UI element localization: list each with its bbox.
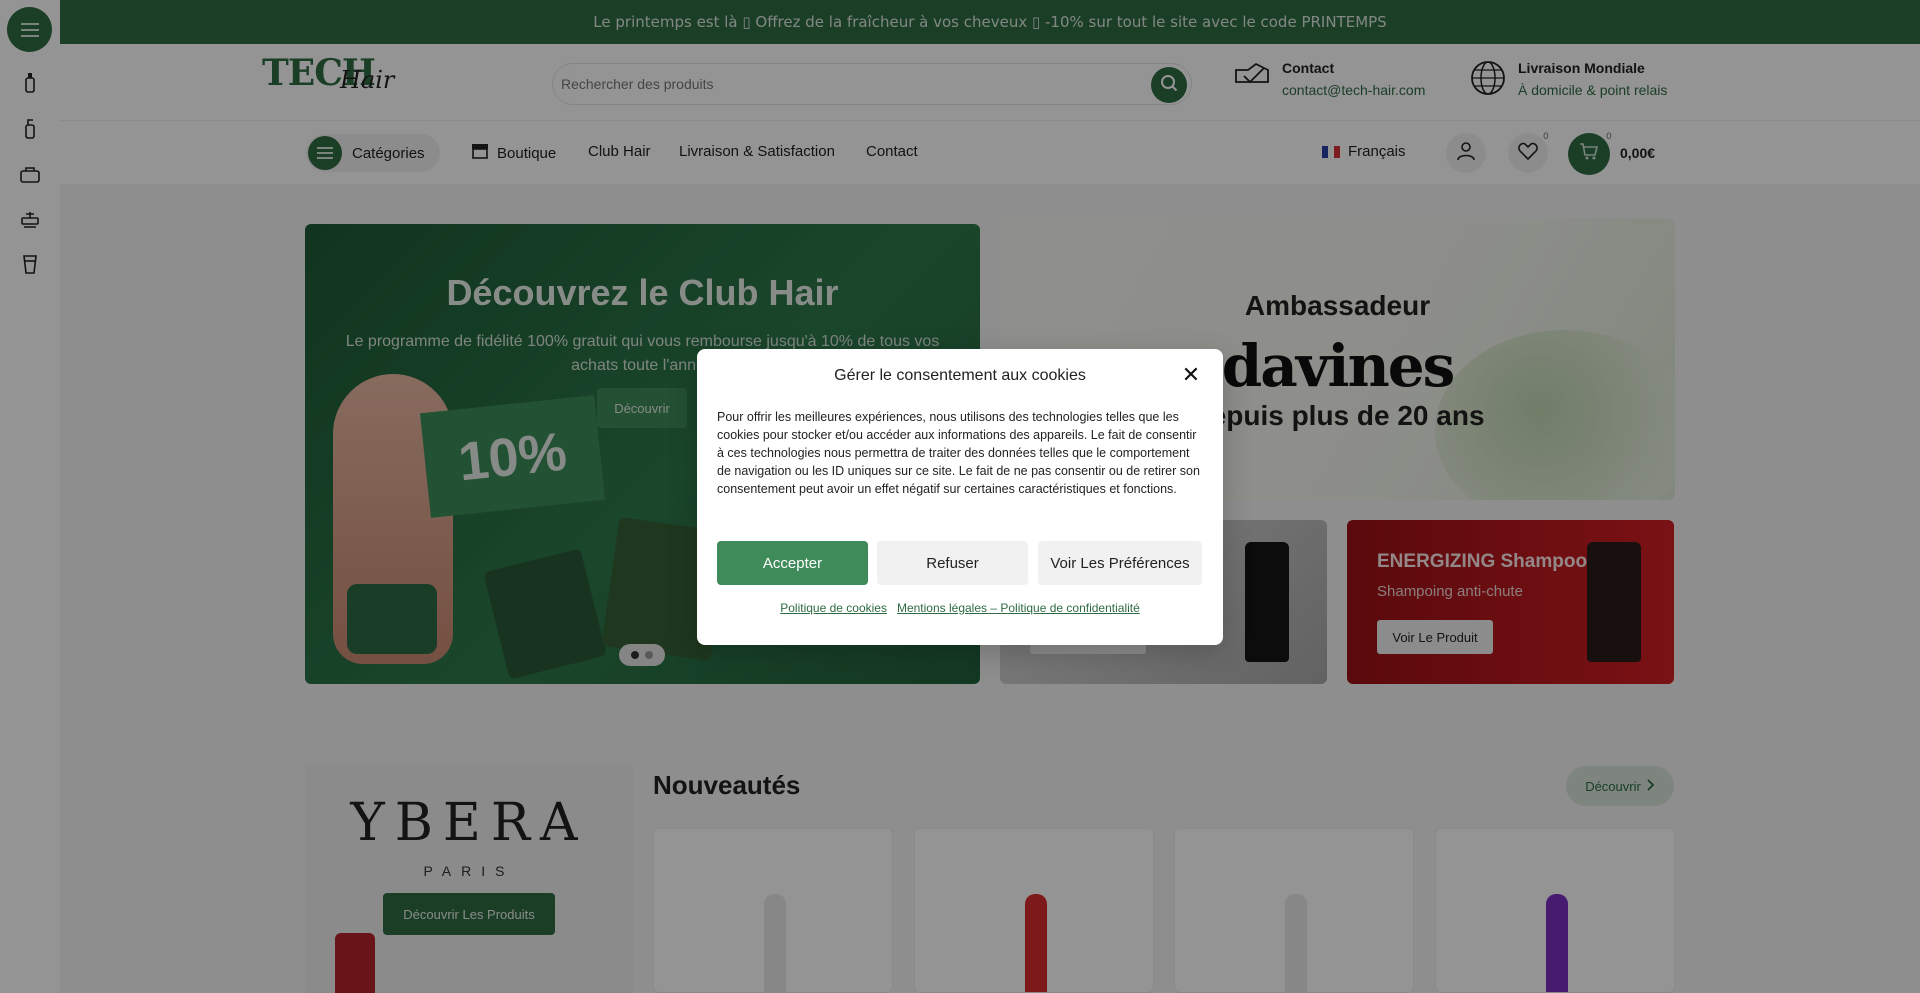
refuse-cookies-button[interactable]: Refuser: [877, 541, 1028, 585]
accept-cookies-button[interactable]: Accepter: [717, 541, 868, 585]
cookie-consent-dialog: Gérer le consentement aux cookies ✕ Pour…: [697, 349, 1223, 645]
cookie-dialog-title: Gérer le consentement aux cookies: [834, 367, 1086, 384]
close-icon[interactable]: ✕: [1179, 363, 1203, 388]
cookie-dialog-body: Pour offrir les meilleures expériences, …: [717, 410, 1200, 496]
cookie-policy-link[interactable]: Politique de cookies: [780, 601, 887, 615]
cookie-preferences-button[interactable]: Voir Les Préférences: [1038, 541, 1202, 585]
legal-notice-link[interactable]: Mentions légales – Politique de confiden…: [897, 601, 1140, 615]
cookie-dialog-links: Politique de cookies Mentions légales – …: [697, 601, 1223, 615]
